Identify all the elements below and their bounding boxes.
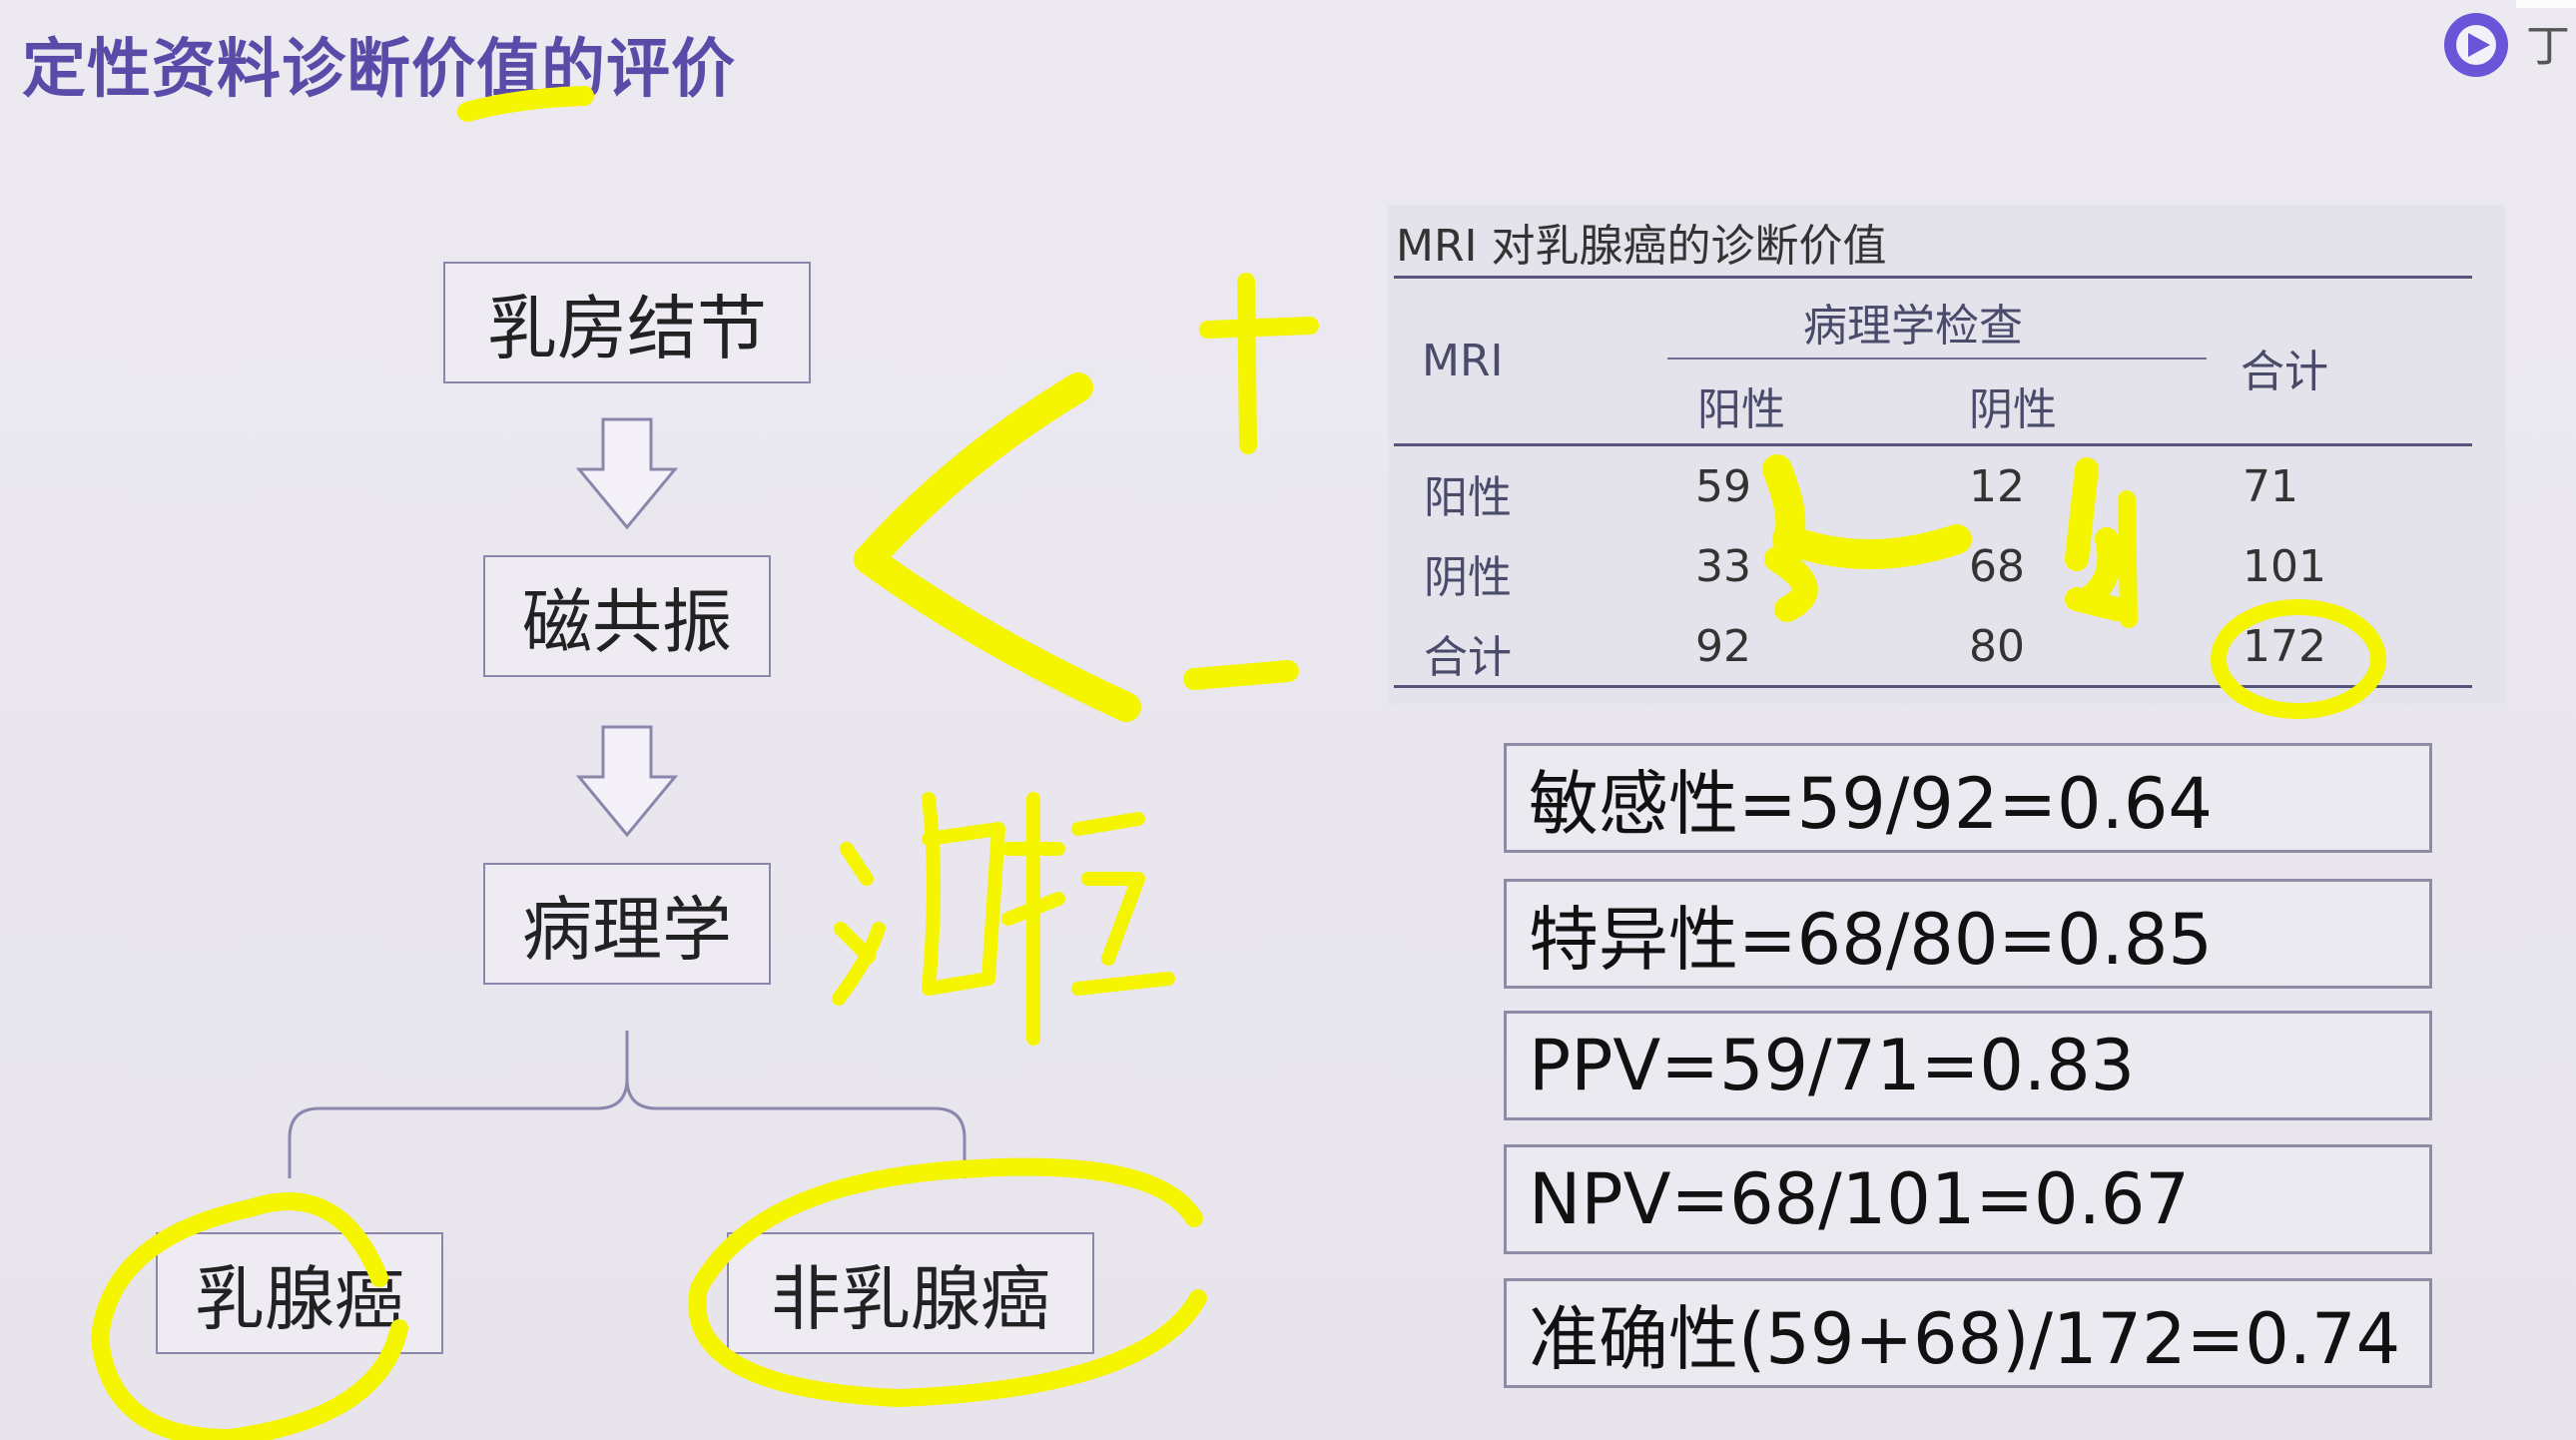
minus-stroke: [1183, 660, 1299, 690]
title-underline-stroke: [457, 86, 594, 122]
table-scribble-2: [1764, 546, 1818, 622]
table-scribble-3: [2065, 457, 2129, 621]
less-than-stroke: [854, 372, 1141, 722]
handwriting-stroke: [832, 792, 1175, 1046]
non-breast-cancer-circle: [688, 1157, 1207, 1407]
annotation-handwriting-text: 活检: [899, 899, 901, 900]
table-scribble-4: [2118, 490, 2138, 628]
annotation-minus-text: −: [1238, 689, 1239, 690]
total-circle-stroke: [2211, 599, 2386, 719]
highlighter-annotations: [91, 86, 2386, 1440]
annotation-plus-text: +: [1250, 340, 1251, 341]
slide: 定性资料诊断价值的评价 丁 乳房结节 磁共振 病理学 乳腺癌 非乳腺癌 MRI …: [0, 0, 2576, 1440]
breast-cancer-circle: [91, 1192, 408, 1440]
plus-stroke: [1199, 273, 1319, 454]
table-scribble-1: [1762, 454, 1972, 569]
